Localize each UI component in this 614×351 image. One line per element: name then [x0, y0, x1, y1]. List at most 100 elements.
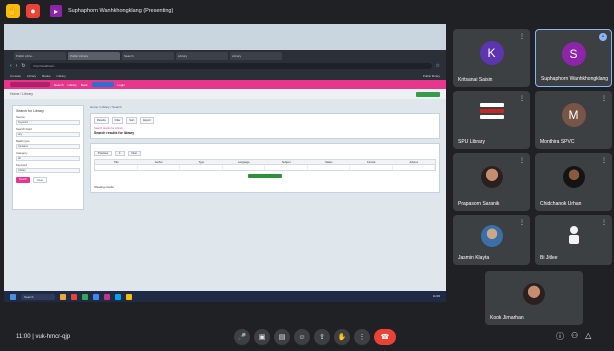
camera-icon[interactable]: ▣ — [254, 329, 270, 345]
pin-icon[interactable]: • — [599, 33, 607, 41]
captions-icon[interactable]: ▤ — [274, 329, 290, 345]
results-panel: Home / Library / Search Results Filter S… — [90, 105, 440, 245]
table-row[interactable] — [94, 165, 436, 171]
column-header[interactable]: Title — [95, 160, 138, 164]
mic-muted-icon: ⋮ — [519, 34, 525, 40]
bookmark-item[interactable]: Books — [42, 74, 50, 78]
participant-tile[interactable]: ⋮ Bi Jitlee — [535, 215, 612, 265]
field-label: Keyword — [16, 163, 27, 167]
results-headline: Search results for library — [94, 131, 135, 135]
table-cell — [95, 165, 138, 170]
column-header[interactable]: Type — [180, 160, 223, 164]
bookmark-item[interactable]: Public library — [423, 74, 440, 78]
app-icon[interactable] — [71, 293, 77, 300]
bookmark-item[interactable]: Library — [27, 74, 36, 78]
pager-page[interactable]: 1 — [115, 151, 125, 156]
right-controls: ⓘ ⚇ △ — [556, 331, 591, 342]
present-icon[interactable]: ⇪ — [314, 329, 330, 345]
field-input[interactable]: All — [16, 156, 80, 161]
browser-icon[interactable] — [93, 293, 99, 300]
os-taskbar: Search 11:00 — [4, 291, 446, 302]
results-tab[interactable]: Results — [94, 117, 109, 124]
column-header[interactable]: Subject — [265, 160, 308, 164]
nav-item[interactable]: Login — [118, 83, 125, 87]
library-logo — [479, 103, 504, 125]
app-icon[interactable] — [104, 293, 110, 300]
nav-item[interactable]: Book — [81, 83, 88, 87]
participant-name: Monthira SPVC — [540, 139, 575, 145]
pager-next[interactable]: Next — [127, 151, 141, 156]
column-header[interactable]: Status — [308, 160, 351, 164]
results-tab[interactable]: Sort — [126, 117, 138, 124]
participant-name: SPU Library — [458, 139, 485, 145]
avatar: S — [561, 41, 586, 66]
browser-tab[interactable]: Public Libra... — [14, 51, 66, 60]
meet-window: ✋ ● ▸ Suphaphorn Wanhkhongklang (Present… — [0, 0, 614, 351]
more-options-icon[interactable]: ⋮ — [354, 329, 370, 345]
avatar: M — [561, 103, 586, 128]
results-tab[interactable]: Filter — [111, 117, 124, 124]
participant-tile[interactable]: ⋮ Chidchanok Urhan — [535, 153, 612, 211]
search-button[interactable]: Search — [16, 177, 30, 183]
results-tab[interactable]: Export — [140, 117, 154, 124]
field-label: Search Field — [16, 127, 32, 131]
end-call-button[interactable]: ☎ — [374, 329, 396, 345]
star-icon[interactable]: ☆ — [436, 63, 440, 69]
hand-icon[interactable]: ✋ — [6, 4, 20, 18]
nav-item[interactable]: Search — [54, 83, 64, 87]
app-icon[interactable] — [115, 293, 121, 300]
activities-icon[interactable]: △ — [585, 331, 591, 342]
field-input[interactable]: Library — [16, 168, 80, 173]
people-icon[interactable]: ⚇ — [571, 331, 578, 342]
top-bar: ✋ ● ▸ Suphaphorn Wanhkhongklang (Present… — [0, 0, 614, 22]
browser-tab[interactable]: Search — [122, 51, 174, 60]
nav-highlight[interactable] — [91, 82, 114, 87]
column-header[interactable]: Author — [138, 160, 181, 164]
column-header[interactable]: Format — [350, 160, 393, 164]
participant-tile[interactable]: K ⋮ Kritsanai Saisin — [453, 29, 530, 87]
browser-tab[interactable]: Library — [176, 51, 228, 60]
participant-tile-active[interactable]: S • Suphaphorn Wanhkhongklang — [535, 29, 612, 87]
app-logo[interactable] — [10, 82, 50, 87]
participant-photo — [480, 225, 503, 247]
emoji-icon[interactable]: ☺ — [294, 329, 310, 345]
participant-photo — [523, 282, 545, 305]
browser-tab[interactable]: Public Library — [68, 51, 120, 60]
results-table-card: Previous 1 Next Title Author Type Langua… — [90, 143, 440, 193]
reload-icon[interactable]: ↻ — [21, 63, 25, 69]
app-icon[interactable] — [126, 293, 132, 300]
nav-item[interactable]: Library — [68, 83, 77, 87]
field-input[interactable]: Contains — [16, 144, 80, 149]
record-icon[interactable]: ● — [26, 4, 40, 18]
url-field[interactable]: http://localhost/... — [29, 63, 432, 69]
participant-tile[interactable]: Kook Jirnarhan — [485, 271, 583, 325]
field-input[interactable]: Keyword — [16, 120, 80, 125]
info-icon[interactable]: ⓘ — [556, 331, 564, 342]
app-icon[interactable] — [82, 293, 88, 300]
back-icon[interactable]: ‹ — [10, 63, 12, 69]
field-label: Category — [16, 151, 28, 155]
column-header[interactable]: Language — [223, 160, 266, 164]
pager-prev[interactable]: Previous — [94, 151, 113, 156]
table-cell — [393, 165, 435, 170]
browser-tab[interactable]: Library — [230, 51, 282, 60]
taskbar-clock: 11:00 — [433, 294, 440, 299]
mic-icon[interactable]: 🎤 — [234, 329, 250, 345]
forward-icon[interactable]: › — [16, 63, 18, 69]
bookmark-item[interactable]: Library — [57, 74, 66, 78]
participant-name: Kritsanai Saisin — [458, 77, 493, 83]
clear-button[interactable]: Clear — [33, 177, 47, 183]
participant-tile[interactable]: ⋮ Prapasorn Saranik — [453, 153, 530, 211]
folder-icon[interactable] — [60, 293, 66, 300]
participant-tile[interactable]: M ⋮ Monthira SPVC — [535, 91, 612, 149]
green-action-button[interactable] — [416, 91, 440, 97]
field-input[interactable]: Any — [16, 132, 80, 137]
column-header[interactable]: Actions — [393, 160, 436, 164]
taskbar-search[interactable]: Search — [21, 293, 55, 300]
mic-muted-icon: ⋮ — [519, 158, 525, 164]
raise-hand-icon[interactable]: ✋ — [334, 329, 350, 345]
bookmark-item[interactable]: Console — [10, 74, 21, 78]
participant-tile[interactable]: ⋮ SPU Library — [453, 91, 530, 149]
participant-tile[interactable]: ⋮ Jasmin Klayta — [453, 215, 530, 265]
start-icon[interactable] — [10, 293, 16, 300]
